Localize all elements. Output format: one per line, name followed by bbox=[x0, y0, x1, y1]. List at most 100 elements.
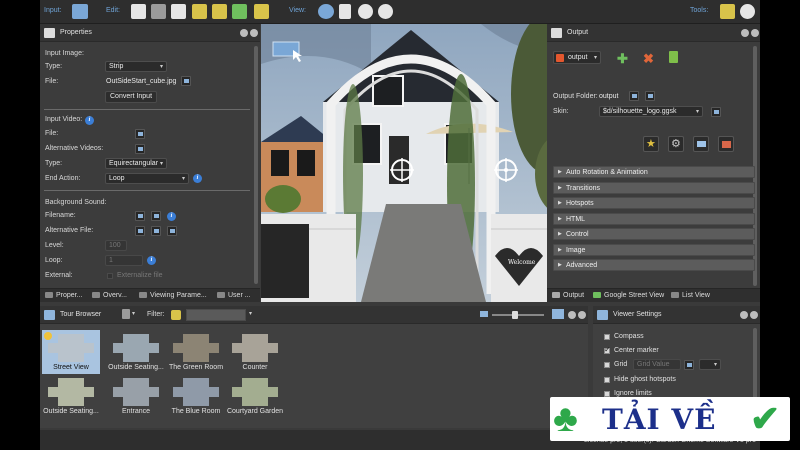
document-view-icon[interactable] bbox=[339, 4, 351, 19]
animation-edit-icon[interactable] bbox=[212, 4, 227, 19]
mask-edit-icon[interactable] bbox=[232, 4, 247, 19]
output-format-select[interactable]: output ▾ bbox=[553, 51, 601, 64]
info-icon[interactable]: i bbox=[85, 116, 94, 125]
tab-viewing-parameters[interactable]: Viewing Parame... bbox=[139, 292, 207, 299]
hide-ghost-hotspots-checkbox[interactable] bbox=[604, 377, 610, 383]
externalize-checkbox[interactable] bbox=[107, 273, 113, 279]
preview-monitor-icon[interactable] bbox=[693, 136, 709, 152]
tour-browser-float-button[interactable] bbox=[568, 311, 576, 319]
settings-gear-icon[interactable] bbox=[740, 4, 755, 19]
slider-handle[interactable] bbox=[512, 311, 518, 319]
tour-node-thumbnail[interactable]: Outside Seating... bbox=[107, 330, 165, 374]
video-file-browse-icon[interactable] bbox=[135, 129, 145, 139]
filter-input[interactable] bbox=[186, 309, 246, 321]
hide-ghost-hotspots-label: Hide ghost hotspots bbox=[614, 376, 676, 383]
tour-node-thumbnail[interactable]: Courtyard Garden bbox=[226, 374, 284, 418]
tools-star-icon[interactable] bbox=[720, 4, 735, 19]
generate-output-icon[interactable] bbox=[669, 51, 678, 63]
info-icon[interactable]: i bbox=[167, 212, 176, 221]
watermark-text: TẢI VỀ bbox=[602, 403, 717, 436]
patch-edit-icon[interactable] bbox=[151, 4, 166, 19]
tour-browser-icon bbox=[44, 310, 55, 320]
thumbnail-size-slider[interactable] bbox=[492, 311, 544, 319]
alt-file-settings-icon[interactable] bbox=[151, 226, 161, 236]
properties-header: Properties bbox=[40, 24, 260, 42]
panorama-input-icon[interactable] bbox=[72, 4, 88, 19]
alt-videos-browse-icon[interactable] bbox=[135, 144, 145, 154]
center-marker-checkbox[interactable] bbox=[604, 345, 611, 354]
output-folder-delete-icon[interactable] bbox=[645, 91, 655, 101]
hide-hotspots-icon[interactable] bbox=[378, 4, 393, 19]
output-float-button[interactable] bbox=[741, 29, 749, 37]
alt-file-browse-icon[interactable] bbox=[167, 226, 177, 236]
grid-checkbox[interactable] bbox=[604, 362, 610, 368]
info-icon[interactable]: i bbox=[193, 174, 202, 183]
output-box-icon[interactable] bbox=[718, 136, 734, 152]
binoculars-icon[interactable] bbox=[318, 4, 334, 19]
tab-properties[interactable]: Proper... bbox=[45, 292, 82, 299]
loop-spinbox[interactable]: 1 bbox=[105, 255, 143, 266]
type-select[interactable]: Strip ▾ bbox=[105, 61, 167, 72]
add-output-icon[interactable]: ✚ bbox=[617, 51, 628, 67]
tour-node-thumbnail[interactable]: Counter bbox=[226, 330, 284, 374]
tour-node-thumbnail[interactable]: Street View bbox=[42, 330, 100, 374]
level-spinbox[interactable]: 100 bbox=[105, 240, 127, 251]
skin-browse-icon[interactable] bbox=[711, 107, 721, 117]
video-file-row: File: bbox=[45, 128, 250, 140]
section-hotspots[interactable]: ▶ Hotspots bbox=[553, 197, 755, 209]
tour-node-thumbnail[interactable]: Outside Seating... bbox=[42, 374, 100, 418]
delete-output-icon[interactable]: ✖ bbox=[643, 51, 654, 67]
letterbox-right bbox=[760, 0, 800, 450]
filename-browse-icon[interactable] bbox=[151, 211, 161, 221]
media-edit-icon[interactable] bbox=[171, 4, 186, 19]
panorama-viewer[interactable]: Welcome bbox=[261, 24, 587, 302]
ruler-edit-icon[interactable] bbox=[254, 4, 269, 19]
section-image[interactable]: ▶ Image bbox=[553, 244, 755, 256]
tour-map-icon[interactable] bbox=[192, 4, 207, 19]
output-title: Output bbox=[567, 29, 589, 36]
tab-list-view[interactable]: List View bbox=[671, 292, 710, 299]
output-folder-browse-icon[interactable] bbox=[629, 91, 639, 101]
info-icon[interactable]: i bbox=[147, 256, 156, 265]
tour-node-caption: The Green Room bbox=[168, 364, 224, 371]
properties-scrollbar[interactable] bbox=[254, 46, 258, 284]
section-advanced[interactable]: ▶ Advanced bbox=[553, 259, 755, 271]
grid-value-spinbox[interactable]: Grid Value bbox=[633, 359, 681, 370]
tab-google-street-view[interactable]: Google Street View bbox=[593, 292, 664, 299]
tab-output[interactable]: Output bbox=[552, 292, 584, 299]
tour-node-thumbnail[interactable]: The Blue Room bbox=[167, 374, 225, 418]
properties-close-button[interactable] bbox=[250, 29, 258, 37]
section-html[interactable]: ▶ HTML bbox=[553, 213, 755, 225]
grid-type-select[interactable]: ▾ bbox=[699, 359, 721, 370]
filename-clear-icon[interactable] bbox=[135, 211, 145, 221]
alt-file-clear-icon[interactable] bbox=[135, 226, 145, 236]
video-type-select[interactable]: Equirectangular ▾ bbox=[105, 158, 167, 169]
properties-float-button[interactable] bbox=[240, 29, 248, 37]
compass-checkbox[interactable] bbox=[604, 334, 610, 340]
output-settings-gear-icon[interactable]: ⚙ bbox=[668, 136, 684, 152]
file-browse-icon[interactable] bbox=[181, 76, 191, 86]
sort-icon[interactable] bbox=[122, 309, 130, 319]
viewer-settings-close-button[interactable] bbox=[750, 311, 758, 319]
viewer-settings-float-button[interactable] bbox=[740, 311, 748, 319]
grid-color-icon[interactable] bbox=[684, 360, 694, 370]
bg-sound-heading: Background Sound: bbox=[45, 199, 107, 206]
hotspot-edit-icon[interactable] bbox=[131, 4, 146, 19]
skin-select[interactable]: $d/silhouette_logo.ggsk ▾ bbox=[599, 106, 703, 117]
end-action-select[interactable]: Loop ▾ bbox=[105, 173, 189, 184]
section-auto-rotation[interactable]: ▶ Auto Rotation & Animation bbox=[553, 166, 755, 178]
skin-editor-star-icon[interactable]: ★ bbox=[643, 136, 659, 152]
convert-input-button[interactable]: Convert Input bbox=[105, 91, 158, 103]
output-format-value: output bbox=[568, 54, 588, 61]
tab-user-data[interactable]: User ... bbox=[217, 292, 251, 299]
section-transitions[interactable]: ▶ Transitions bbox=[553, 182, 755, 194]
tab-overview[interactable]: Overv... bbox=[92, 292, 127, 299]
tour-node-thumbnail[interactable]: The Green Room bbox=[167, 330, 225, 374]
filter-tag-icon[interactable] bbox=[171, 310, 181, 320]
output-close-button[interactable] bbox=[751, 29, 759, 37]
section-control[interactable]: ▶ Control bbox=[553, 228, 755, 240]
compass-view-icon[interactable] bbox=[358, 4, 373, 19]
tour-browser-close-button[interactable] bbox=[578, 311, 586, 319]
tour-node-thumbnail[interactable]: Entrance bbox=[107, 374, 165, 418]
type-label: Type: bbox=[45, 63, 63, 70]
